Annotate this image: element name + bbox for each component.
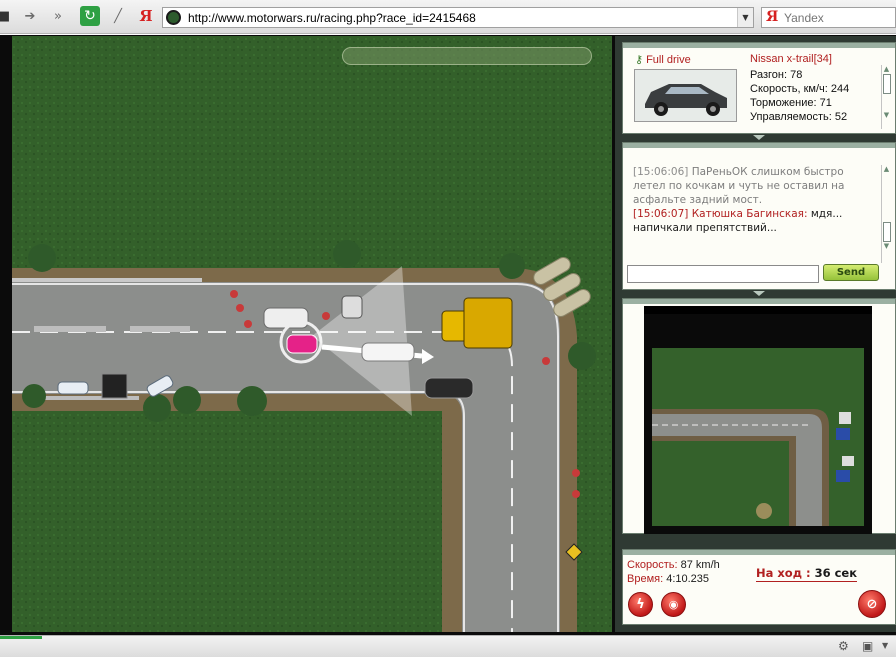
chat-message: [15:06:06] ПаРеньОК слишком быстро летел…	[633, 165, 873, 207]
url-text[interactable]: http://www.motorwars.ru/racing.php?race_…	[188, 11, 476, 25]
chevron-down-icon[interactable]: ▼	[737, 8, 753, 27]
yandex-search-icon: Я	[766, 9, 779, 25]
camera-icon[interactable]: ▣	[862, 639, 873, 653]
time-label: Время:	[627, 573, 667, 585]
reload-icon[interactable]: ↻	[80, 6, 100, 26]
stat-top-speed: Скорость, км/ч: 244	[750, 83, 850, 95]
chevron-down-icon[interactable]: ▼	[882, 641, 888, 650]
signal-icon: ◉	[668, 598, 679, 611]
stop-icon[interactable]: ■	[0, 6, 14, 26]
drive-type: ⚷ Full drive	[635, 53, 691, 66]
car-info-panel: ⚷ Full drive Nissan x-trail[34] Разгон: 7…	[622, 42, 896, 134]
chat-input[interactable]	[627, 265, 819, 283]
pen-icon[interactable]: ╱	[108, 6, 128, 26]
browser-status-bar: ⚙ ▣ ▼	[0, 635, 896, 657]
race-progress-bar	[342, 47, 592, 65]
turn-label: На ход :	[756, 566, 815, 580]
speed-label: Скорость:	[627, 559, 681, 571]
scroll-down-icon[interactable]: ▼	[882, 111, 891, 120]
search-box[interactable]: Я	[761, 7, 896, 28]
signal-button[interactable]: ◉	[661, 592, 686, 617]
chat-panel: [15:06:06] ПаРеньОК слишком быстро летел…	[622, 142, 896, 290]
car-stats-scrollbar[interactable]: ▲ ▼	[881, 65, 891, 129]
chat-user: ПаРеньОК	[691, 166, 748, 178]
chat-timestamp: [15:06:07]	[633, 208, 689, 220]
scroll-track[interactable]	[882, 174, 891, 222]
nitro-button[interactable]: ϟ	[628, 592, 653, 617]
address-bar[interactable]: http://www.motorwars.ru/racing.php?race_…	[162, 7, 754, 28]
panel-header-strip	[623, 143, 895, 148]
speed-readout: Скорость: 87 km/h	[627, 559, 720, 571]
race-track-scene	[12, 36, 612, 632]
no-entry-icon: ⊘	[866, 596, 878, 612]
panel-header-strip	[623, 550, 895, 555]
right-panel: ⚷ Full drive Nissan x-trail[34] Разгон: 7…	[615, 36, 896, 632]
time-value: 4:10.235	[666, 573, 710, 585]
collapse-arrow-icon[interactable]	[753, 135, 765, 140]
security-icon[interactable]: ⚙	[838, 639, 849, 653]
drive-type-label: Full drive	[646, 54, 691, 66]
turn-timer: На ход : 36 сек	[756, 566, 858, 582]
key-icon: ⚷	[635, 54, 644, 66]
time-readout: Время: 4:10.235	[627, 573, 709, 585]
car-picture	[635, 70, 736, 121]
turn-value: 36 сек	[814, 566, 858, 580]
chat-timestamp: [15:06:06]	[633, 166, 689, 178]
race-track-view[interactable]	[12, 36, 612, 632]
minimap-scene	[644, 306, 872, 534]
panel-header-strip	[623, 43, 895, 48]
send-button[interactable]: Send	[823, 264, 879, 281]
browser-toolbar: ■ ➔ » ↻ ╱ Я http://www.motorwars.ru/raci…	[0, 0, 896, 34]
forward-icon[interactable]: ➔	[20, 6, 40, 26]
chat-log: [15:06:06] ПаРеньОК слишком быстро летел…	[633, 165, 873, 235]
stat-braking: Торможение: 71	[750, 97, 832, 109]
scroll-up-icon[interactable]: ▲	[882, 65, 891, 74]
status-indicator	[0, 636, 42, 639]
chat-user[interactable]: Катюшка Багинская:	[692, 208, 808, 220]
car-image	[634, 69, 737, 122]
scroll-up-icon[interactable]: ▲	[882, 165, 891, 174]
fast-forward-icon[interactable]: »	[48, 6, 68, 26]
minimap[interactable]	[644, 306, 872, 534]
scroll-thumb[interactable]	[883, 74, 891, 94]
stat-handling: Управляемость: 52	[750, 111, 848, 123]
scroll-down-icon[interactable]: ▼	[882, 242, 891, 251]
lightning-icon: ϟ	[636, 597, 645, 612]
scroll-thumb[interactable]	[883, 222, 891, 242]
chat-scrollbar[interactable]: ▲ ▼	[881, 165, 891, 263]
quit-race-button[interactable]: ⊘	[858, 590, 886, 618]
chat-message: [15:06:07] Катюшка Багинская: мдя... нап…	[633, 207, 873, 235]
search-input[interactable]	[784, 10, 894, 26]
speed-value: 87 km/h	[680, 559, 720, 571]
minimap-panel	[622, 298, 896, 534]
race-status-panel: Скорость: 87 km/h Время: 4:10.235 На ход…	[622, 549, 896, 625]
yandex-icon[interactable]: Я	[136, 6, 156, 26]
panel-header-strip	[623, 299, 895, 304]
stat-acceleration: Разгон: 78	[750, 69, 803, 81]
car-name: Nissan x-trail[34]	[750, 53, 832, 65]
collapse-arrow-icon[interactable]	[753, 291, 765, 296]
site-favicon-icon	[166, 10, 181, 25]
